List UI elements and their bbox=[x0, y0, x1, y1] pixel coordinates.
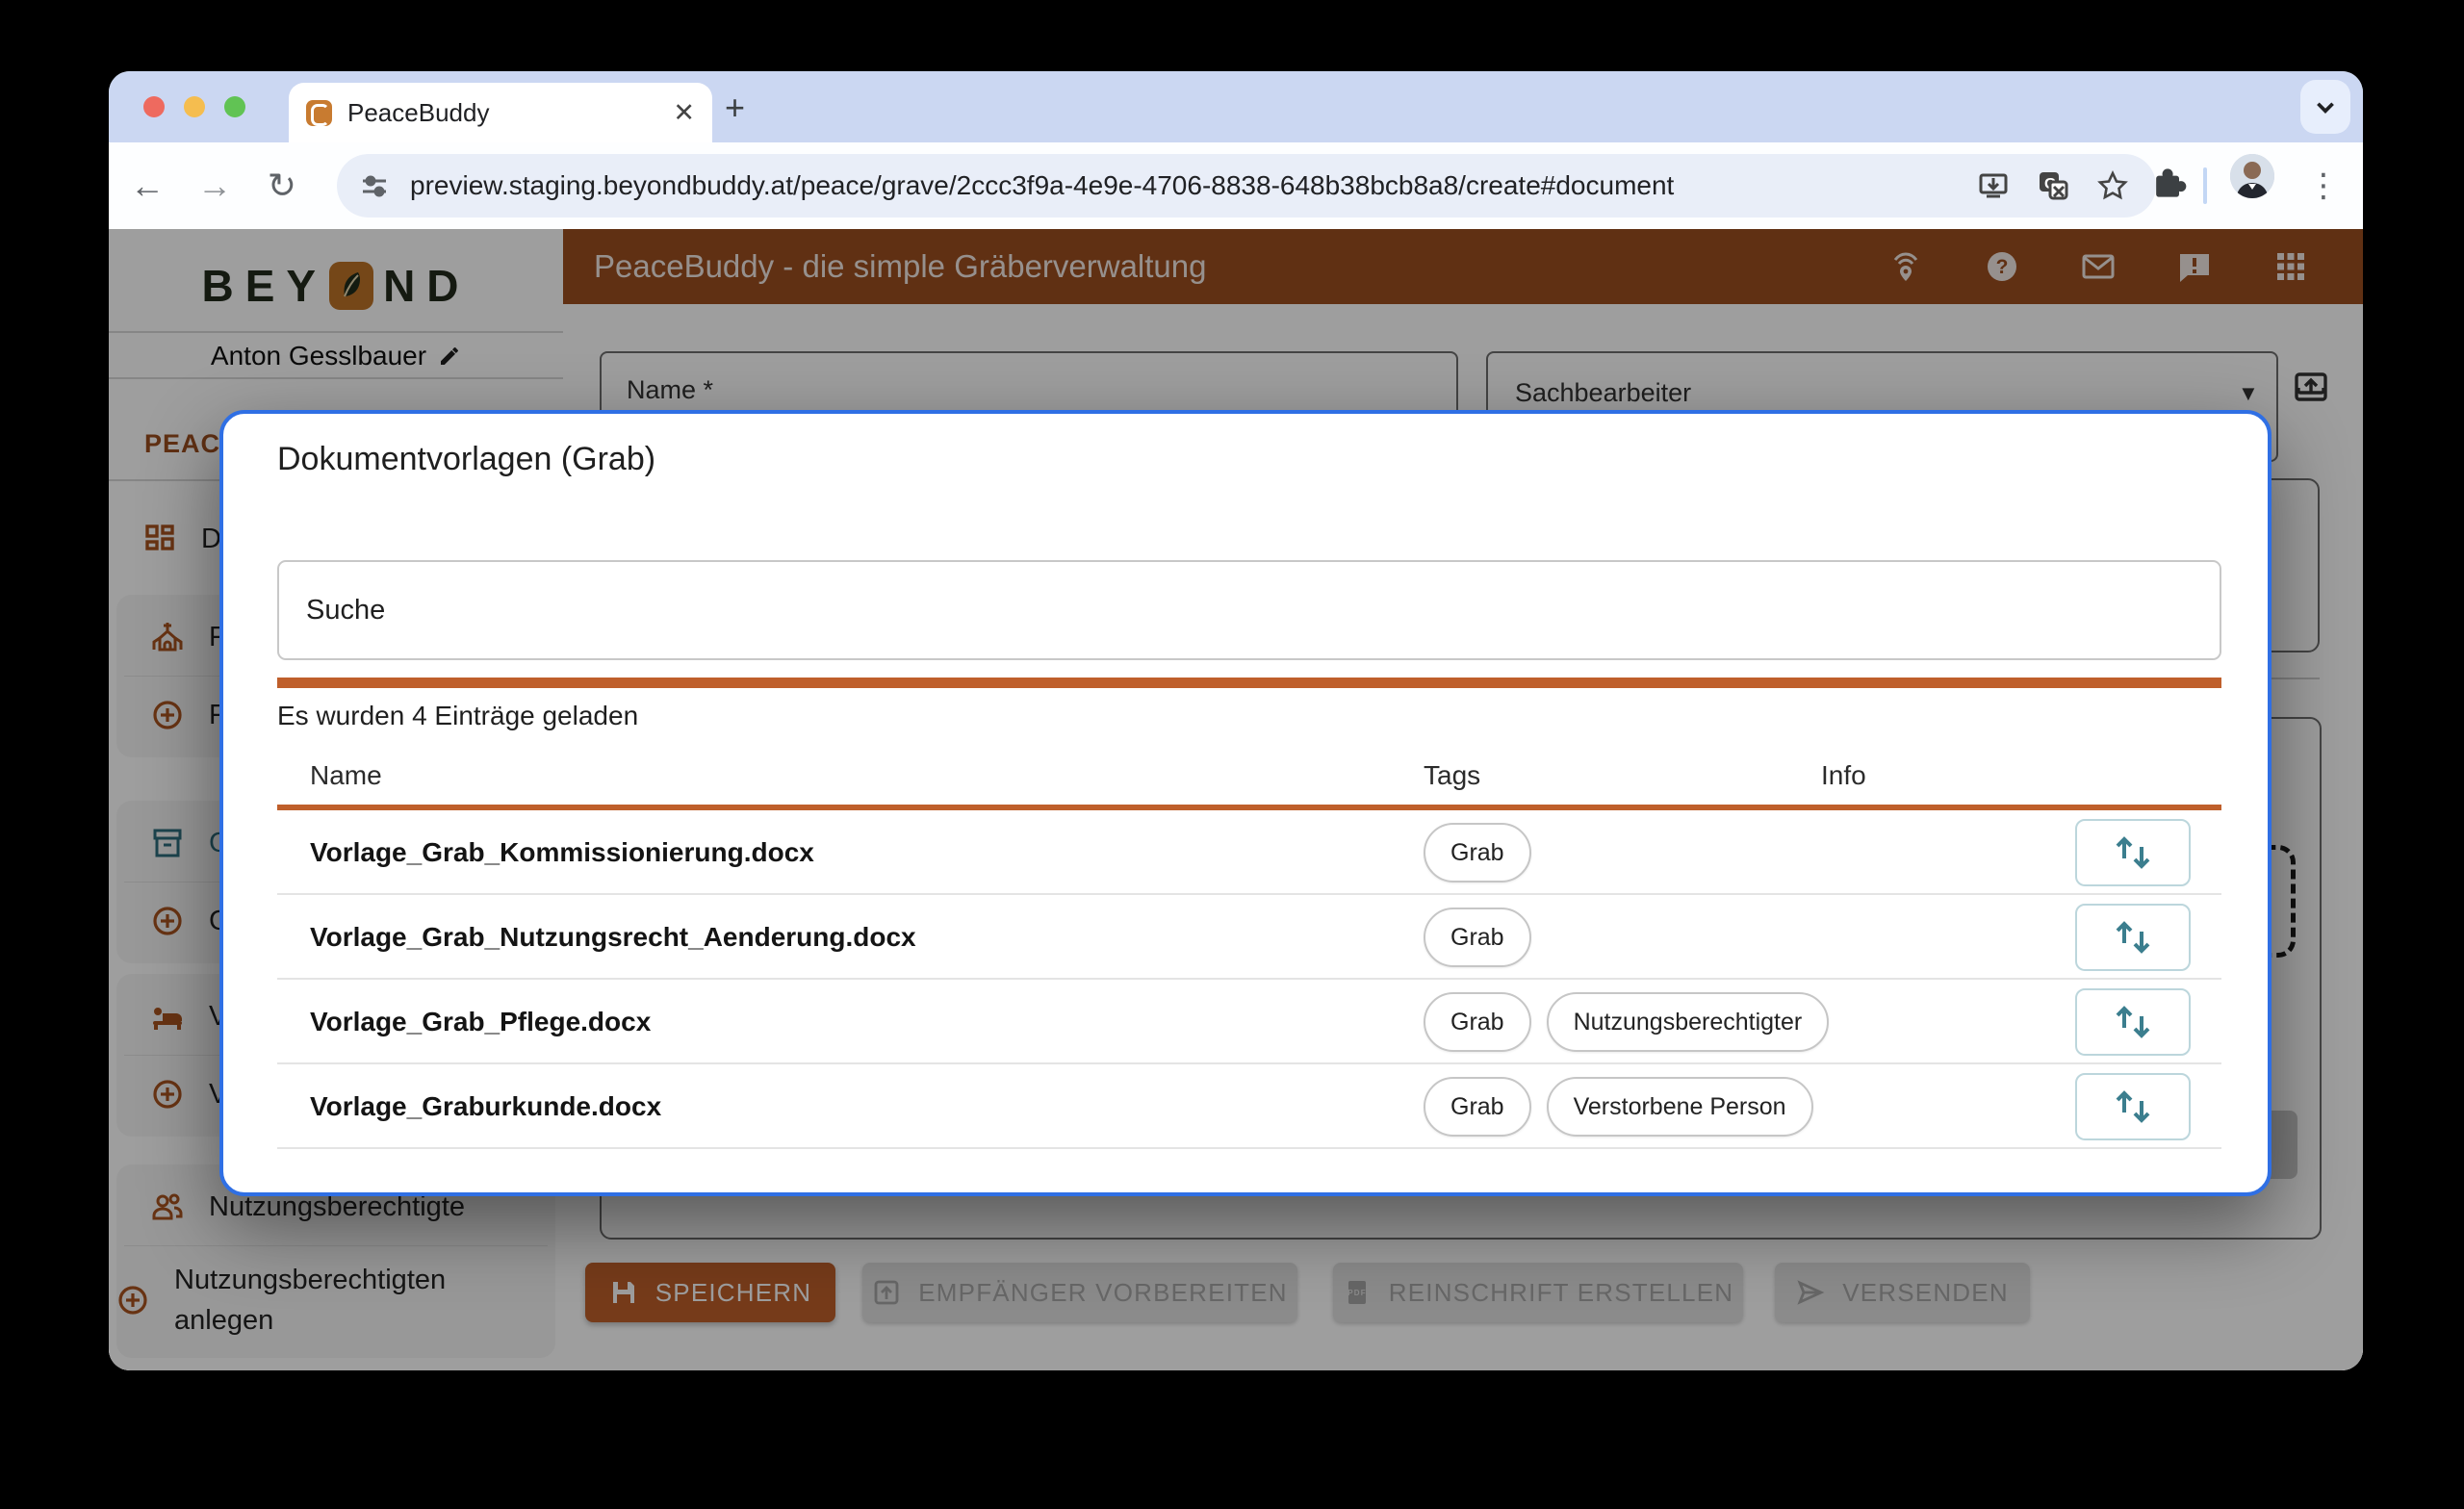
progress-bar bbox=[277, 678, 2221, 688]
site-settings-icon[interactable] bbox=[360, 171, 389, 200]
import-export-button[interactable] bbox=[2075, 1073, 2191, 1140]
table-row[interactable]: Vorlage_Graburkunde.docx Grab Verstorbene… bbox=[277, 1064, 2221, 1149]
column-header-tags: Tags bbox=[1424, 760, 1480, 791]
extensions-puzzle-icon[interactable] bbox=[2147, 162, 2190, 204]
search-label: Suche bbox=[306, 595, 385, 627]
column-header-info: Info bbox=[1821, 760, 1866, 791]
tag-list: Grab bbox=[1424, 895, 1547, 980]
url-text: preview.staging.beyondbuddy.at/peace/gra… bbox=[410, 170, 1977, 201]
modal-title: Dokumentvorlagen (Grab) bbox=[277, 441, 655, 478]
swap-vertical-icon bbox=[2107, 1001, 2159, 1043]
column-header-name: Name bbox=[310, 760, 382, 791]
import-export-button[interactable] bbox=[2075, 988, 2191, 1056]
page-content: BEYND Anton Gesslbauer PEACEBUDDY Dashbo… bbox=[109, 229, 2363, 1370]
tag-list: Grab Nutzungsberechtigter bbox=[1424, 980, 1844, 1064]
profile-avatar[interactable] bbox=[2230, 154, 2274, 198]
swap-vertical-icon bbox=[2107, 916, 2159, 959]
tag-pill: Grab bbox=[1424, 823, 1531, 882]
swap-vertical-icon bbox=[2107, 1086, 2159, 1128]
table-header: Name Tags Info bbox=[277, 753, 2221, 805]
person-photo-icon bbox=[2230, 154, 2274, 198]
browser-menu-kebab-icon[interactable]: ⋮ bbox=[2307, 164, 2330, 208]
close-window-button[interactable] bbox=[143, 96, 165, 117]
tab-title: PeaceBuddy bbox=[347, 98, 673, 128]
search-input[interactable]: Suche bbox=[277, 560, 2221, 660]
tab-close-icon[interactable]: ✕ bbox=[673, 98, 695, 128]
result-count-text: Es wurden 4 Einträge geladen bbox=[277, 701, 638, 731]
table-body: Vorlage_Grab_Kommissionierung.docx Grab … bbox=[277, 810, 2221, 1149]
back-button[interactable]: ← bbox=[120, 142, 174, 229]
chevron-down-icon bbox=[2313, 94, 2338, 119]
reload-button[interactable]: ↻ bbox=[255, 142, 309, 229]
browser-tab[interactable]: PeaceBuddy ✕ bbox=[289, 83, 712, 142]
tab-search-chevron-button[interactable] bbox=[2300, 80, 2350, 134]
table-row[interactable]: Vorlage_Grab_Pflege.docx Grab Nutzungsber… bbox=[277, 980, 2221, 1064]
document-name: Vorlage_Grab_Kommissionierung.docx bbox=[310, 810, 814, 895]
table-row[interactable]: Vorlage_Grab_Kommissionierung.docx Grab bbox=[277, 810, 2221, 895]
forward-button[interactable]: → bbox=[188, 142, 242, 229]
minimize-window-button[interactable] bbox=[184, 96, 205, 117]
tag-pill: Nutzungsberechtigter bbox=[1547, 992, 1830, 1052]
table-row[interactable]: Vorlage_Grab_Nutzungsrecht_Aenderung.doc… bbox=[277, 895, 2221, 980]
swap-vertical-icon bbox=[2107, 831, 2159, 874]
install-app-icon[interactable] bbox=[1977, 169, 2010, 202]
bookmark-star-icon[interactable] bbox=[2096, 169, 2129, 202]
tag-list: Grab Verstorbene Person bbox=[1424, 1064, 1829, 1149]
tag-pill: Grab bbox=[1424, 992, 1531, 1052]
document-name: Vorlage_Grab_Nutzungsrecht_Aenderung.doc… bbox=[310, 895, 916, 980]
templates-table: Name Tags Info Vorlage_Grab_Kommissionie… bbox=[277, 753, 2221, 1149]
dokumentvorlagen-modal: Dokumentvorlagen (Grab) Suche Es wurden … bbox=[219, 410, 2272, 1196]
zoom-window-button[interactable] bbox=[224, 96, 245, 117]
browser-toolbar: ← → ↻ preview.staging.beyondbuddy.at/pea… bbox=[109, 142, 2363, 229]
address-bar[interactable]: preview.staging.beyondbuddy.at/peace/gra… bbox=[337, 154, 2156, 217]
import-export-button[interactable] bbox=[2075, 904, 2191, 971]
tag-pill: Grab bbox=[1424, 1077, 1531, 1137]
tab-strip: PeaceBuddy ✕ + bbox=[109, 71, 2363, 142]
tag-pill: Grab bbox=[1424, 908, 1531, 967]
import-export-button[interactable] bbox=[2075, 819, 2191, 886]
document-name: Vorlage_Grab_Pflege.docx bbox=[310, 980, 651, 1064]
document-name: Vorlage_Graburkunde.docx bbox=[310, 1064, 661, 1149]
browser-window: PeaceBuddy ✕ + ← → ↻ preview.staging.bey… bbox=[109, 71, 2363, 1370]
translate-icon[interactable]: G bbox=[2037, 169, 2069, 202]
new-tab-button[interactable]: + bbox=[725, 92, 745, 123]
tag-pill: Verstorbene Person bbox=[1547, 1077, 1813, 1137]
tag-list: Grab bbox=[1424, 810, 1547, 895]
toolbar-separator bbox=[2203, 167, 2207, 204]
peacebuddy-favicon-icon bbox=[306, 100, 332, 126]
